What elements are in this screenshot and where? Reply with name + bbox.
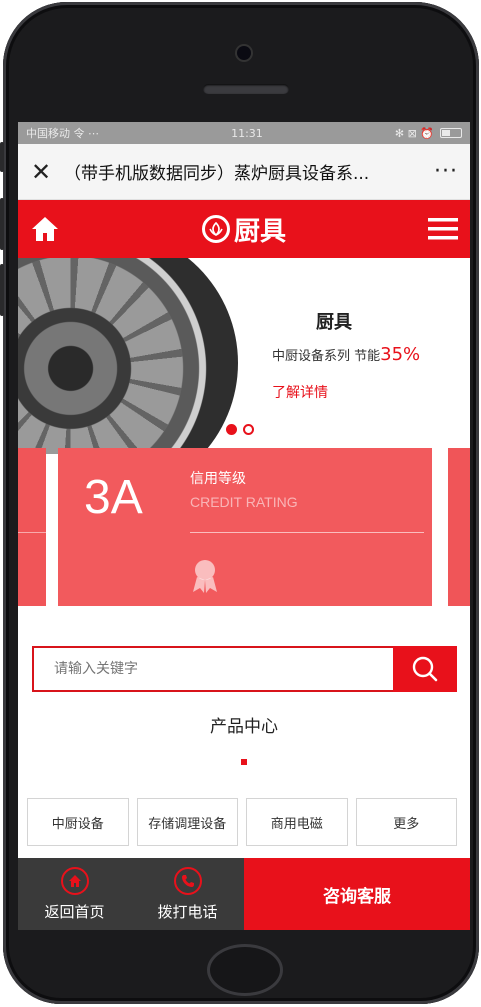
bottom-nav: 返回首页 拨打电话 咨询客服	[18, 858, 470, 930]
front-camera	[237, 46, 251, 60]
logo-emblem-icon	[201, 215, 230, 243]
screen: 中国移动 令 ⋯ 11:31 ✻ ⊠ ⏰ ✕ （带手机版数据同步）蒸炉厨具设备系…	[18, 122, 470, 930]
category-button[interactable]: 存储调理设备	[136, 798, 238, 846]
logo-text: 厨具	[233, 216, 286, 247]
consult-service-button[interactable]: 咨询客服	[244, 858, 470, 930]
next-card-peek[interactable]	[448, 448, 470, 606]
banner-title: 厨具	[316, 312, 352, 333]
banner-subtitle-text: 中厨设备系列 节能	[272, 349, 381, 364]
credit-card-carousel: 3A 信用等级 CREDIT RATING	[18, 448, 470, 616]
wechat-title-bar: ✕ （带手机版数据同步）蒸炉厨具设备系... ···	[18, 144, 470, 200]
product-center-title: 产品中心	[210, 717, 278, 737]
search-bar	[32, 646, 457, 692]
banner-highlight: 35%	[380, 344, 421, 365]
carousel-dot[interactable]	[243, 424, 254, 435]
volume-down-button	[0, 264, 4, 316]
home-icon	[60, 866, 89, 895]
clock: 11:31	[231, 126, 263, 140]
prev-card-peek[interactable]	[18, 448, 46, 606]
category-button-more[interactable]: 更多	[355, 798, 457, 846]
mute-switch	[0, 142, 4, 172]
back-home-button[interactable]: 返回首页	[18, 858, 131, 930]
back-home-label: 返回首页	[44, 902, 105, 921]
banner-subtitle: 中厨设备系列 节能35%	[272, 344, 420, 365]
search-input[interactable]	[32, 646, 393, 692]
credit-grade: 3A	[84, 471, 143, 524]
carousel-dots	[226, 424, 254, 435]
card-divider	[190, 532, 424, 533]
credit-title: 信用等级	[190, 471, 246, 487]
category-button[interactable]: 中厨设备	[27, 798, 129, 846]
close-icon[interactable]: ✕	[18, 158, 64, 186]
category-button[interactable]: 商用电磁	[246, 798, 348, 846]
section-divider-dot	[241, 759, 247, 765]
carrier-label: 中国移动 令 ⋯	[26, 127, 99, 140]
hero-banner[interactable]: 厨具 中厨设备系列 节能35% 了解详情	[18, 258, 470, 454]
search-button[interactable]	[393, 646, 457, 692]
battery-icon	[439, 128, 462, 138]
fan-blades-image	[18, 258, 238, 454]
credit-title-en: CREDIT RATING	[190, 494, 298, 510]
status-bar: 中国移动 令 ⋯ 11:31 ✻ ⊠ ⏰	[18, 122, 470, 144]
hamburger-menu-icon[interactable]	[427, 216, 458, 242]
credit-rating-card[interactable]: 3A 信用等级 CREDIT RATING	[58, 448, 432, 606]
status-icon-glyphs: ✻ ⊠ ⏰	[394, 126, 434, 140]
award-ribbon-icon	[193, 560, 217, 593]
learn-more-link[interactable]: 了解详情	[272, 382, 328, 402]
volume-up-button	[0, 198, 4, 250]
earpiece-speaker	[203, 84, 289, 94]
call-label: 拨打电话	[157, 902, 218, 921]
phone-frame: 中国移动 令 ⋯ 11:31 ✻ ⊠ ⏰ ✕ （带手机版数据同步）蒸炉厨具设备系…	[0, 2, 479, 1004]
phone-home-button	[207, 944, 283, 996]
phone-icon	[173, 866, 202, 895]
category-buttons: 中厨设备 存储调理设备 商用电磁 更多	[27, 798, 457, 846]
site-header: 厨具	[18, 200, 470, 258]
status-icons: ✻ ⊠ ⏰	[395, 127, 462, 140]
carousel-dot[interactable]	[226, 424, 237, 435]
home-icon[interactable]	[30, 214, 60, 244]
page-title: （带手机版数据同步）蒸炉厨具设备系...	[64, 164, 370, 184]
more-menu-icon[interactable]: ···	[422, 159, 470, 184]
call-button[interactable]: 拨打电话	[131, 858, 244, 930]
search-icon	[412, 656, 438, 682]
site-logo[interactable]: 厨具	[201, 211, 286, 248]
